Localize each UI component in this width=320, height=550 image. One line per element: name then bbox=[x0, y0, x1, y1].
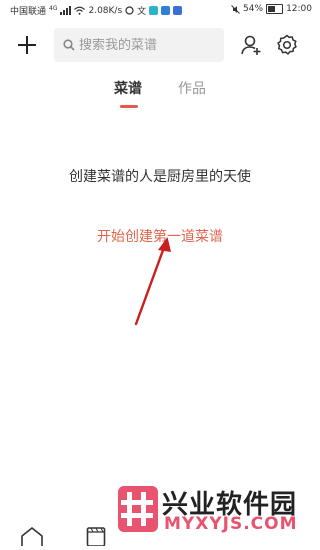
header bbox=[0, 26, 320, 66]
cloud-icon bbox=[125, 6, 134, 15]
app-badge-icon bbox=[161, 6, 171, 15]
carrier-label: 中国联通 bbox=[10, 7, 47, 17]
add-user-button[interactable] bbox=[240, 34, 262, 56]
status-right: 54% 12:00 bbox=[231, 4, 312, 14]
plus-icon bbox=[18, 36, 36, 54]
wifi-icon bbox=[74, 6, 86, 15]
battery-icon bbox=[266, 4, 284, 14]
annotation-arrow bbox=[134, 237, 171, 326]
tab-recipes[interactable]: 菜谱 bbox=[114, 78, 142, 98]
tab-bar: 菜谱 作品 bbox=[0, 78, 320, 112]
add-button[interactable] bbox=[14, 32, 40, 58]
home-icon bbox=[21, 527, 43, 546]
speed-label: 2.08K/s bbox=[88, 5, 123, 16]
app-badge-icon bbox=[173, 6, 183, 15]
bottom-nav bbox=[0, 522, 320, 547]
tab-works[interactable]: 作品 bbox=[178, 78, 206, 98]
active-tab-indicator bbox=[120, 105, 138, 108]
nav-collection[interactable] bbox=[86, 526, 106, 550]
app-notification-icon: 文 bbox=[137, 7, 147, 17]
battery-percent: 54% bbox=[243, 4, 264, 14]
search-bar[interactable] bbox=[54, 28, 224, 62]
status-bar: 中国联通 4G 2.08K/s 文 54% 12:00 bbox=[0, 0, 320, 20]
collection-icon bbox=[86, 527, 106, 547]
battery-fill bbox=[268, 6, 276, 12]
settings-button[interactable] bbox=[276, 34, 298, 56]
gear-icon bbox=[277, 34, 297, 55]
search-icon bbox=[63, 39, 75, 51]
signal-icon bbox=[60, 6, 72, 15]
search-input[interactable] bbox=[79, 37, 219, 53]
empty-state-message: 创建菜谱的人是厨房里的天使 bbox=[69, 169, 251, 185]
add-user-icon bbox=[241, 35, 261, 55]
app-badge-icon bbox=[149, 6, 159, 15]
mute-icon bbox=[231, 4, 240, 14]
network-label: 4G bbox=[49, 5, 58, 12]
status-left: 中国联通 4G 2.08K/s 文 bbox=[10, 4, 183, 17]
nav-home[interactable] bbox=[20, 526, 44, 550]
clock: 12:00 bbox=[286, 4, 312, 14]
